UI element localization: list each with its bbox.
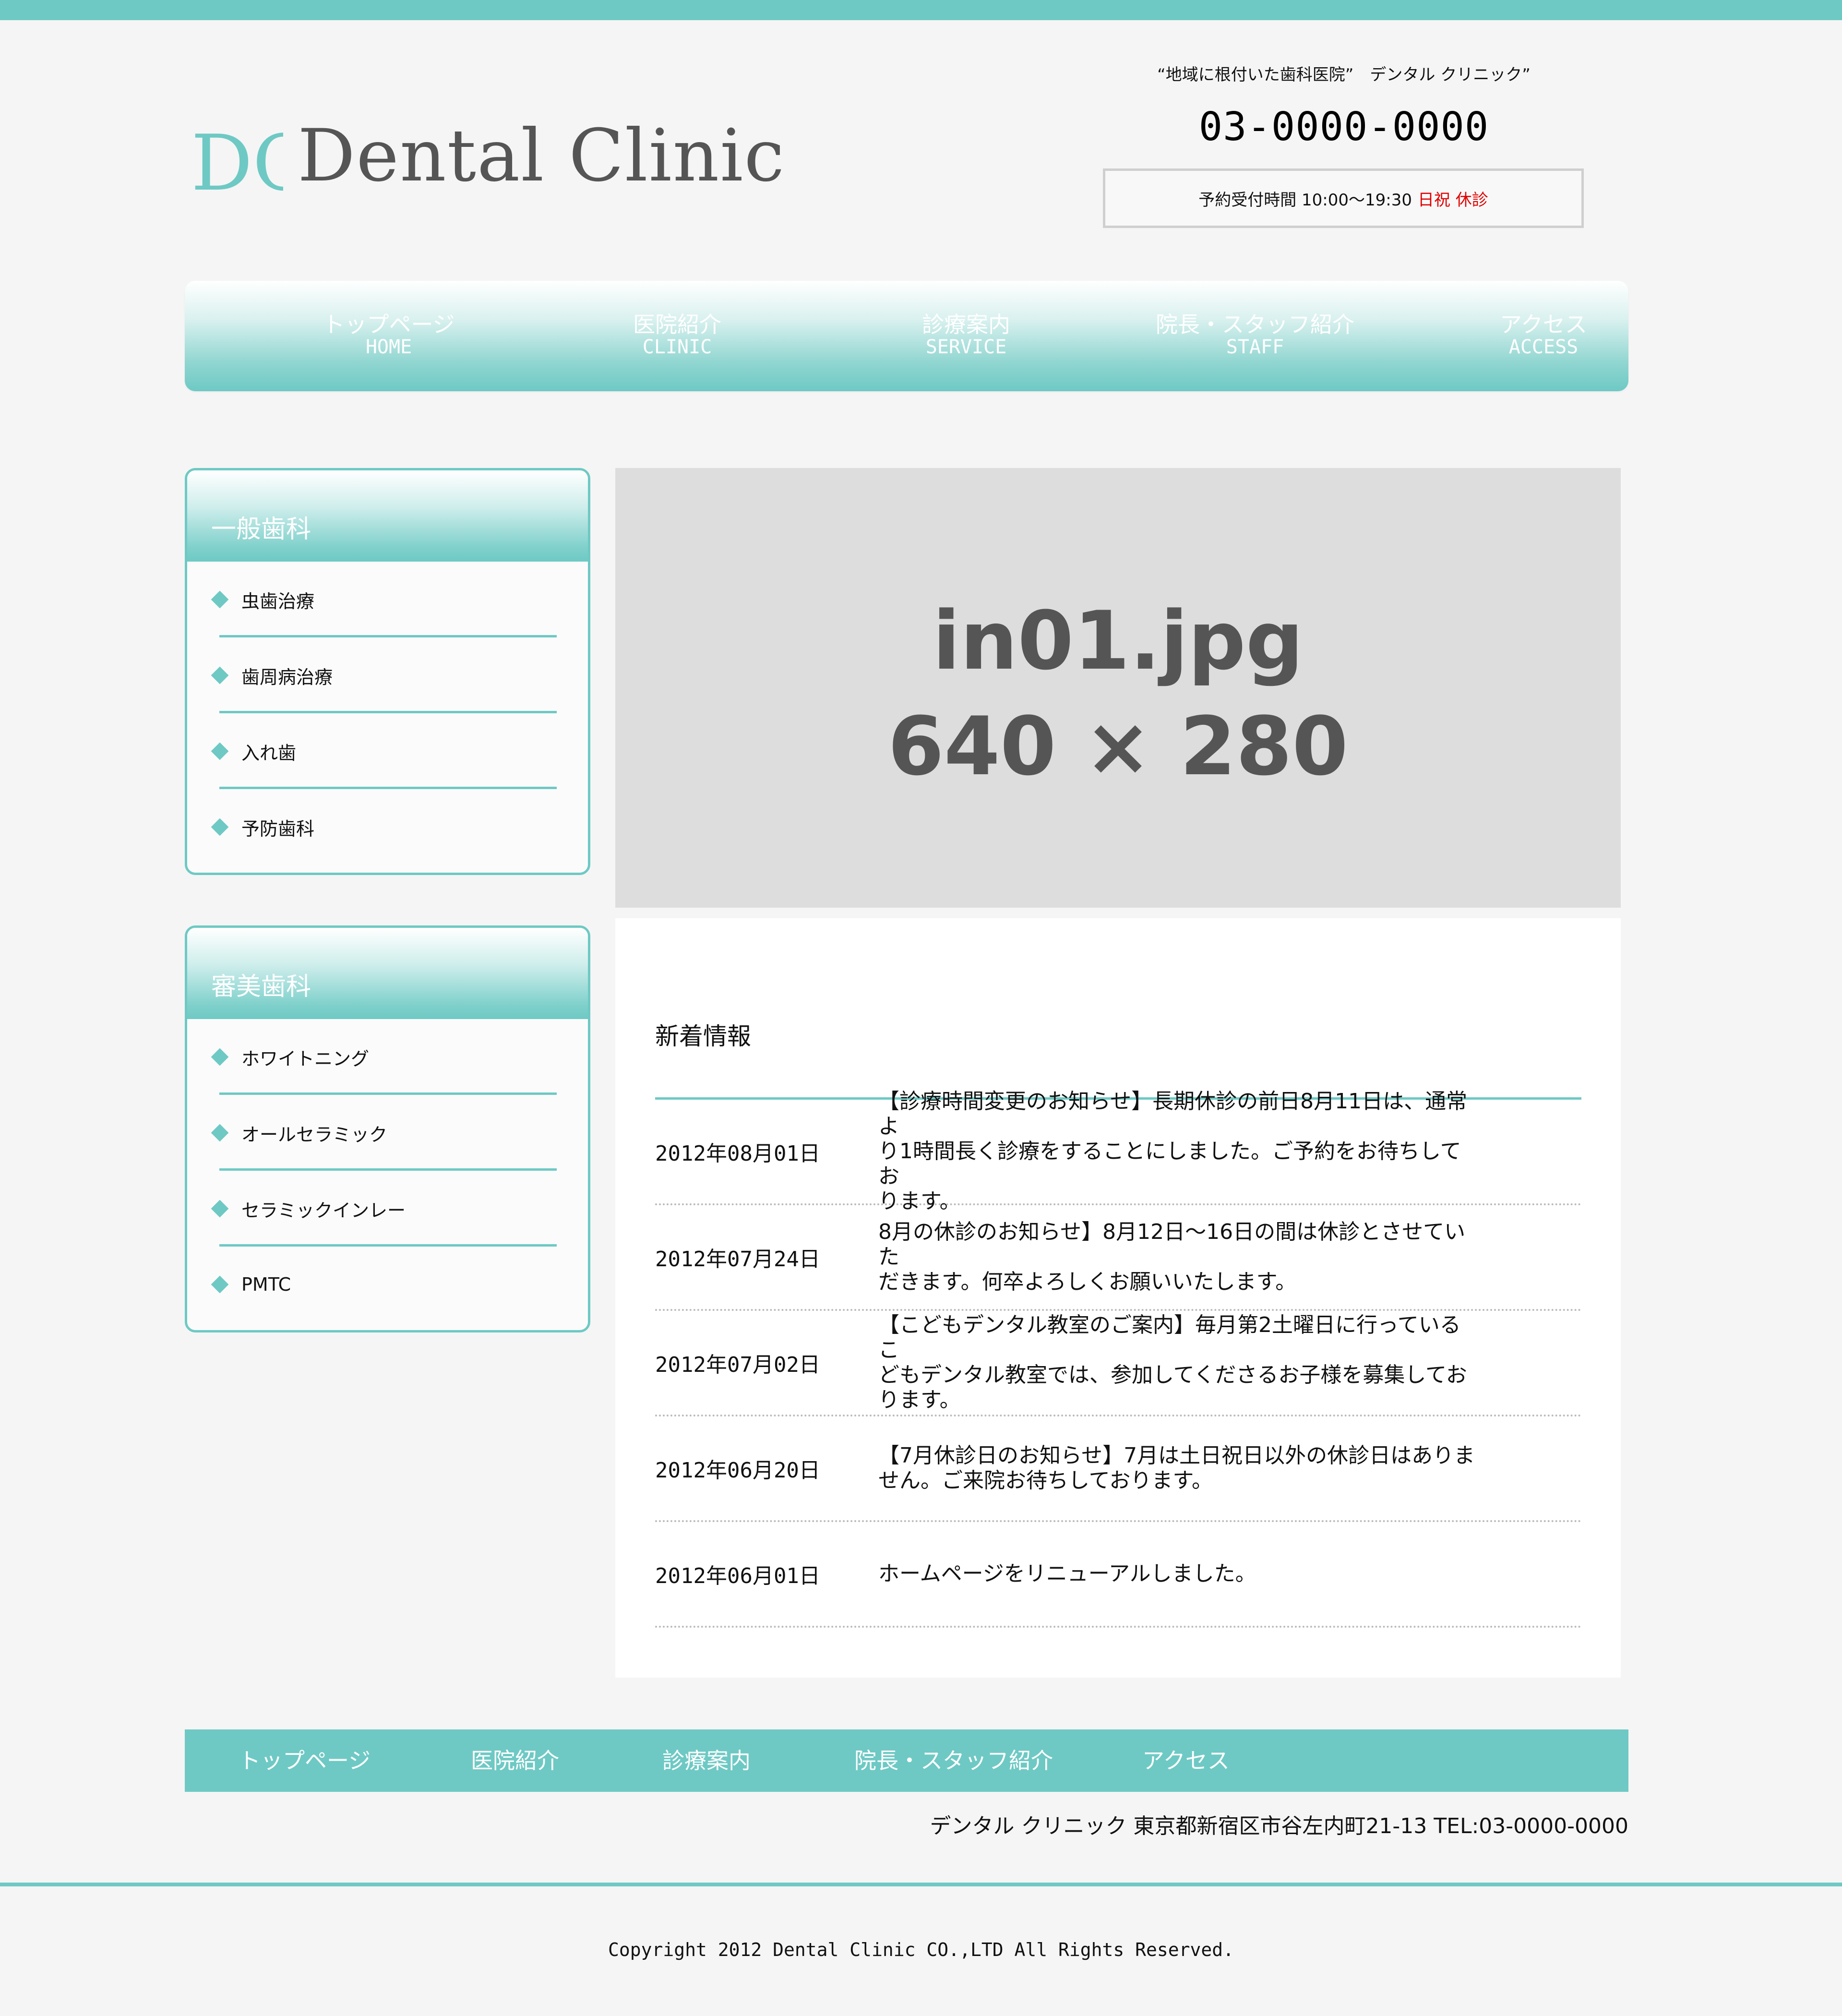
news-item[interactable]: 2012年07月02日 【こどもデンタル教室のご案内】毎月第2土曜日に行っている…	[655, 1311, 1581, 1416]
hours-closed: 日祝 休診	[1417, 190, 1488, 210]
news-section: 新着情報 2012年08月01日 【診療時間変更のお知らせ】長期休診の前日8月1…	[615, 918, 1621, 1678]
header-phone: 03-0000-0000	[1198, 104, 1489, 150]
nav-item-en-label: ACCESS	[1508, 336, 1579, 358]
news-text: 8月の休診のお知らせ】8月12日〜16日の間は休診とさせていた だきます。何卒よ…	[878, 1205, 1478, 1309]
diamond-bullet-icon	[211, 1275, 229, 1294]
news-text: 【診療時間変更のお知らせ】長期休診の前日8月11日は、通常よ り1時間長く診療を…	[878, 1089, 1478, 1213]
news-text-line: だきます。何卒よろしくお願いいたします。	[878, 1270, 1297, 1294]
news-text-line: ホームページをリニューアルしました。	[878, 1561, 1256, 1586]
reservation-hours: 予約受付時間 10:00〜19:30 日祝 休診	[1103, 168, 1584, 228]
sidebar-item-label: 入れ歯	[241, 742, 297, 764]
sidebar-item-all-ceramic[interactable]: オールセラミック	[211, 1095, 557, 1171]
nav-item-staff[interactable]: 院長・スタッフ紹介 STAFF	[1130, 312, 1380, 358]
sidebar-item-label: 歯周病治療	[241, 666, 333, 688]
sidebar-section-header: 審美歯科	[187, 928, 588, 1019]
news-date: 2012年06月20日	[655, 1458, 820, 1483]
sidebar-item-label: オールセラミック	[241, 1124, 388, 1145]
image-filename: in01.jpg	[933, 594, 1304, 688]
nav-item-en-label: SERVICE	[925, 336, 1007, 358]
sidebar-item-label: ホワイトニング	[241, 1048, 370, 1069]
nav-item-home[interactable]: トップページ HOME	[264, 312, 514, 358]
sidebar-item-label: 予防歯科	[241, 818, 315, 840]
diamond-bullet-icon	[211, 666, 229, 684]
footer-divider	[0, 1883, 1842, 1886]
header-tagline: “地域に根付いた歯科医院” デンタル クリニック”	[1157, 65, 1531, 84]
nav-item-jp-label: 診療案内	[922, 312, 1010, 337]
sidebar-list: ホワイトニング オールセラミック セラミックインレー PMTC	[187, 1019, 588, 1322]
hours-label: 予約受付時間 10:00〜19:30	[1198, 190, 1412, 210]
footer-link-clinic[interactable]: 医院紹介	[471, 1729, 559, 1792]
news-date: 2012年08月01日	[655, 1141, 820, 1166]
news-item[interactable]: 2012年07月24日 8月の休診のお知らせ】8月12日〜16日の間は休診とさせ…	[655, 1205, 1581, 1311]
footer-link-staff[interactable]: 院長・スタッフ紹介	[854, 1729, 1053, 1792]
footer-link-access[interactable]: アクセス	[1142, 1729, 1230, 1792]
diamond-bullet-icon	[211, 1048, 229, 1066]
main-image-placeholder: in01.jpg 640 × 280	[615, 468, 1621, 908]
nav-item-jp-label: アクセス	[1500, 312, 1587, 337]
logo-mark: DC	[191, 118, 283, 208]
news-list: 2012年08月01日 【診療時間変更のお知らせ】長期休診の前日8月11日は、通…	[655, 1089, 1581, 1628]
global-nav: トップページ HOME 医院紹介 CLINIC 診療案内 SERVICE 院長・…	[185, 281, 1628, 391]
footer-link-home[interactable]: トップページ	[239, 1729, 371, 1792]
sidebar-item-periodontal-treatment[interactable]: 歯周病治療	[211, 637, 557, 713]
sidebar-item-dentures[interactable]: 入れ歯	[211, 713, 557, 789]
news-text-line: せん。ご来院お待ちしております。	[878, 1468, 1213, 1493]
news-text-line: 8月の休診のお知らせ】8月12日〜16日の間は休診とさせていた	[878, 1220, 1466, 1269]
news-item[interactable]: 2012年06月20日 【7月休診日のお知らせ】7月は土日祝日以外の休診日はあり…	[655, 1416, 1581, 1522]
nav-item-en-label: HOME	[365, 336, 412, 358]
news-date: 2012年07月24日	[655, 1247, 820, 1272]
diamond-bullet-icon	[211, 742, 229, 760]
sidebar-general-dentistry: 一般歯科 虫歯治療 歯周病治療 入れ歯 予防歯科	[185, 468, 590, 875]
news-date: 2012年07月02日	[655, 1353, 820, 1377]
logo-text: Dental Clinic	[298, 114, 786, 198]
footer-address: デンタル クリニック 東京都新宿区市谷左内町21-13 TEL:03-0000-…	[930, 1814, 1628, 1838]
news-text: ホームページをリニューアルしました。	[878, 1522, 1478, 1626]
nav-item-jp-label: 医院紹介	[633, 312, 721, 337]
news-text: 【7月休診日のお知らせ】7月は土日祝日以外の休診日はありま せん。ご来院お待ちし…	[878, 1416, 1478, 1520]
diamond-bullet-icon	[211, 1124, 229, 1142]
news-title: 新着情報	[655, 1022, 751, 1050]
nav-item-en-label: STAFF	[1226, 336, 1284, 358]
top-accent-bar	[0, 0, 1842, 20]
footer-nav: トップページ 医院紹介 診療案内 院長・スタッフ紹介 アクセス	[185, 1729, 1628, 1792]
sidebar-item-preventive-dentistry[interactable]: 予防歯科	[211, 789, 557, 865]
main-image-caption: in01.jpg 640 × 280	[615, 588, 1621, 799]
news-item[interactable]: 2012年08月01日 【診療時間変更のお知らせ】長期休診の前日8月11日は、通…	[655, 1089, 1581, 1213]
news-text-line: ります。	[878, 1388, 961, 1412]
sidebar-item-pmtc[interactable]: PMTC	[211, 1247, 557, 1322]
sidebar-section-header: 一般歯科	[187, 470, 588, 562]
sidebar-item-label: 虫歯治療	[241, 590, 315, 612]
nav-item-access[interactable]: アクセス ACCESS	[1419, 312, 1668, 358]
nav-item-en-label: CLINIC	[642, 336, 712, 358]
news-text-line: どもデンタル教室では、参加してくださるお子様を募集してお	[878, 1363, 1467, 1387]
nav-item-clinic[interactable]: 医院紹介 CLINIC	[552, 312, 802, 358]
news-date: 2012年06月01日	[655, 1564, 820, 1588]
sidebar-item-cavity-treatment[interactable]: 虫歯治療	[211, 562, 557, 637]
news-text-line: 【こどもデンタル教室のご案内】毎月第2土曜日に行っているこ	[878, 1313, 1461, 1362]
sidebar-item-ceramic-inlay[interactable]: セラミックインレー	[211, 1171, 557, 1247]
sidebar-cosmetic-dentistry: 審美歯科 ホワイトニング オールセラミック セラミックインレー PMTC	[185, 925, 590, 1332]
sidebar-section-title: 審美歯科	[211, 972, 311, 1001]
sidebar-item-label: セラミックインレー	[241, 1200, 406, 1221]
diamond-bullet-icon	[211, 590, 229, 609]
nav-item-service[interactable]: 診療案内 SERVICE	[841, 312, 1091, 358]
news-item[interactable]: 2012年06月01日 ホームページをリニューアルしました。	[655, 1522, 1581, 1628]
news-text-line: 【診療時間変更のお知らせ】長期休診の前日8月11日は、通常よ	[878, 1089, 1468, 1139]
sidebar-item-whitening[interactable]: ホワイトニング	[211, 1019, 557, 1095]
sidebar-list: 虫歯治療 歯周病治療 入れ歯 予防歯科	[187, 562, 588, 865]
news-text: 【こどもデンタル教室のご案内】毎月第2土曜日に行っているこ どもデンタル教室では…	[878, 1311, 1478, 1415]
image-size: 640 × 280	[887, 699, 1349, 793]
news-text-line: 【7月休診日のお知らせ】7月は土日祝日以外の休診日はありま	[878, 1443, 1475, 1468]
sidebar-section-title: 一般歯科	[211, 515, 311, 544]
sidebar-item-label: PMTC	[241, 1274, 291, 1295]
dc-logo-icon: DC	[191, 118, 283, 208]
news-text-line: り1時間長く診療をすることにしました。ご予約をお待ちしてお	[878, 1139, 1461, 1188]
clinic-logo[interactable]: DC Dental Clinic	[187, 113, 784, 209]
nav-item-jp-label: 院長・スタッフ紹介	[1156, 312, 1354, 337]
diamond-bullet-icon	[211, 1200, 229, 1218]
diamond-bullet-icon	[211, 818, 229, 836]
copyright: Copyright 2012 Dental Clinic CO.,LTD All…	[608, 1939, 1234, 1960]
nav-item-jp-label: トップページ	[323, 312, 455, 337]
footer-link-service[interactable]: 診療案内	[662, 1729, 751, 1792]
